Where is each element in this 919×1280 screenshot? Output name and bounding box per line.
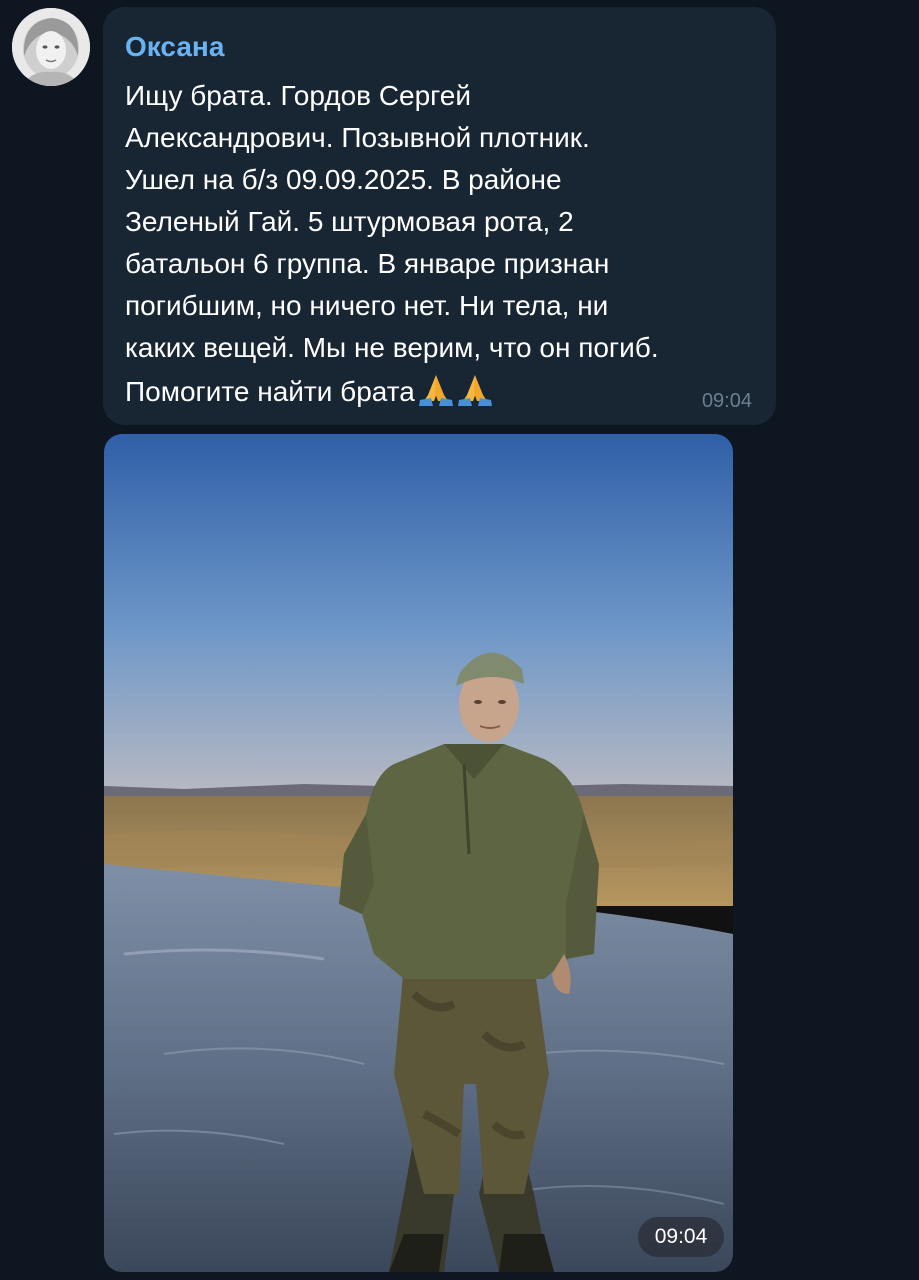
message-text-line: погибшим, но ничего нет. Ни тела, ни <box>125 290 609 321</box>
message-timestamp: 09:04 <box>701 390 752 412</box>
photo-message[interactable] <box>104 434 733 1272</box>
message-text-line: каких вещей. Мы не верим, что он погиб. <box>125 332 659 363</box>
message-text-line: Александрович. Позывной плотник. <box>125 122 590 153</box>
message-text-line: Зеленый Гай. 5 штурмовая рота, 2 <box>125 206 574 237</box>
message-bubble[interactable]: Оксана Ищу брата. Гордов Сергей Александ… <box>103 7 776 425</box>
folded-hands-icon <box>417 373 495 415</box>
sender-name[interactable]: Оксана <box>125 31 224 63</box>
message-text-line: батальон 6 группа. В январе признан <box>125 248 610 279</box>
message-text-line: Ищу брата. Гордов Сергей <box>125 80 471 111</box>
message-text-line: Ушел на б/з 09.09.2025. В районе <box>125 164 562 195</box>
message-text-line: Помогите найти брата <box>125 376 415 407</box>
sender-avatar[interactable] <box>12 8 90 86</box>
message-text-line-last: Помогите найти брата <box>125 373 495 415</box>
photo-timestamp: 09:04 <box>638 1217 724 1257</box>
